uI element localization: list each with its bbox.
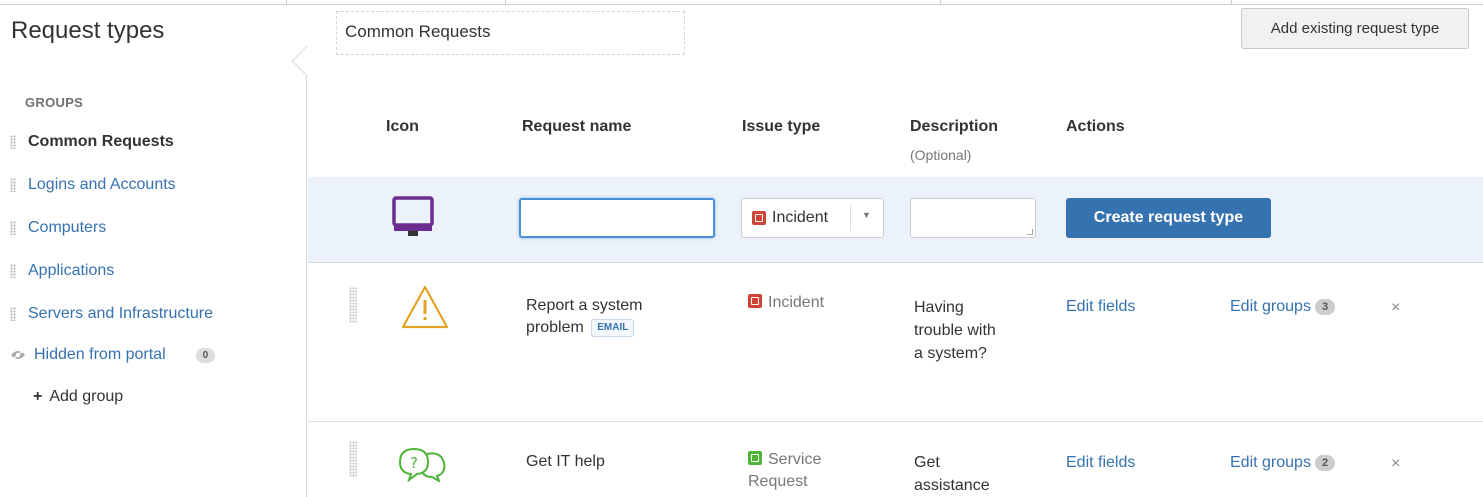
- sidebar-item-common-requests[interactable]: Common Requests: [10, 133, 174, 151]
- column-header-issue-type: Issue type: [742, 118, 821, 135]
- add-group-label: Add group: [49, 388, 124, 405]
- column-header-request-name: Request name: [522, 118, 632, 135]
- table-row-issue-type: Incident: [748, 292, 824, 314]
- select-divider: [850, 205, 851, 231]
- sidebar-item-label: Servers and Infrastructure: [28, 305, 213, 322]
- group-name-field[interactable]: Common Requests: [336, 11, 685, 55]
- edit-groups-link[interactable]: Edit groups 2: [1230, 454, 1336, 472]
- column-header-description: Description: [910, 118, 999, 135]
- issue-type-text: Incident: [768, 294, 825, 311]
- column-header-icon: Icon: [386, 118, 419, 135]
- drag-grip-icon[interactable]: [10, 178, 16, 192]
- row-drag-handle[interactable]: [349, 287, 357, 323]
- table-row-description: Get assistance: [914, 454, 990, 494]
- incident-icon: [752, 211, 766, 225]
- edit-fields-link[interactable]: Edit fields: [1066, 298, 1135, 316]
- create-request-type-button[interactable]: Create request type: [1066, 198, 1271, 238]
- page-title: Request types: [11, 17, 165, 44]
- sidebar-item-computers[interactable]: Computers: [10, 219, 106, 237]
- warning-icon[interactable]: [400, 284, 450, 330]
- eye-icon: [11, 349, 25, 361]
- column-header-actions: Actions: [1066, 118, 1125, 135]
- issue-type-selected: Incident: [772, 209, 829, 226]
- edit-groups-label: Edit groups: [1230, 454, 1311, 471]
- hidden-count-badge: 0: [195, 347, 216, 363]
- group-count-badge: 3: [1314, 299, 1336, 315]
- chevron-down-icon: ▼: [862, 210, 871, 220]
- sidebar-item-label: Computers: [28, 219, 107, 236]
- request-name-input[interactable]: [519, 198, 715, 238]
- plus-icon: +: [33, 388, 43, 405]
- drag-grip-icon[interactable]: [10, 307, 16, 321]
- drag-grip-icon[interactable]: [10, 264, 16, 278]
- description-input[interactable]: [910, 198, 1036, 238]
- sidebar-item-label: Logins and Accounts: [28, 176, 176, 193]
- table-row-name: Report a system problem EMAIL: [526, 295, 686, 339]
- add-existing-request-type-button[interactable]: Add existing request type: [1241, 8, 1469, 49]
- add-group-link[interactable]: + Add group: [33, 388, 123, 406]
- sidebar-item-label: Applications: [28, 262, 115, 279]
- email-tag: EMAIL: [591, 318, 635, 337]
- sidebar-item-applications[interactable]: Applications: [10, 262, 114, 280]
- sidebar-item-label: Hidden from portal: [34, 346, 166, 363]
- sidebar-item-hidden-from-portal[interactable]: Hidden from portal 0: [10, 346, 216, 364]
- svg-text:?: ?: [410, 454, 418, 472]
- groups-heading: GROUPS: [25, 95, 84, 110]
- issue-type-select[interactable]: Incident ▼: [741, 198, 884, 238]
- sidebar-item-logins-and-accounts[interactable]: Logins and Accounts: [10, 176, 176, 194]
- resize-handle-icon[interactable]: [1027, 229, 1033, 235]
- sidebar-item-servers-and-infrastructure[interactable]: Servers and Infrastructure: [10, 305, 213, 323]
- row-divider: [308, 421, 1483, 422]
- help-chat-icon[interactable]: ?: [397, 446, 453, 482]
- edit-groups-link[interactable]: Edit groups 3: [1230, 298, 1336, 316]
- monitor-icon[interactable]: [392, 195, 434, 239]
- drag-grip-icon[interactable]: [10, 221, 16, 235]
- active-group-pointer: [291, 45, 323, 77]
- edit-fields-link[interactable]: Edit fields: [1066, 454, 1135, 472]
- group-count-badge: 2: [1314, 455, 1336, 471]
- incident-icon: [748, 294, 762, 308]
- sidebar-item-label: Common Requests: [28, 133, 174, 150]
- table-row-description: Having trouble with a system?: [914, 299, 996, 362]
- groups-sidebar: GROUPS Common Requests Logins and Accoun…: [0, 75, 307, 497]
- top-border: [0, 0, 1483, 5]
- table-row-issue-type: Service Request: [748, 449, 848, 493]
- service-request-icon: [748, 451, 762, 465]
- remove-icon[interactable]: ×: [1391, 299, 1400, 317]
- edit-groups-label: Edit groups: [1230, 298, 1311, 315]
- drag-grip-icon[interactable]: [10, 135, 16, 149]
- row-drag-handle[interactable]: [349, 441, 357, 477]
- column-header-description-optional: (Optional): [910, 147, 972, 163]
- new-request-type-row: [308, 177, 1483, 263]
- remove-icon[interactable]: ×: [1391, 455, 1400, 473]
- table-row-name: Get IT help: [526, 453, 605, 470]
